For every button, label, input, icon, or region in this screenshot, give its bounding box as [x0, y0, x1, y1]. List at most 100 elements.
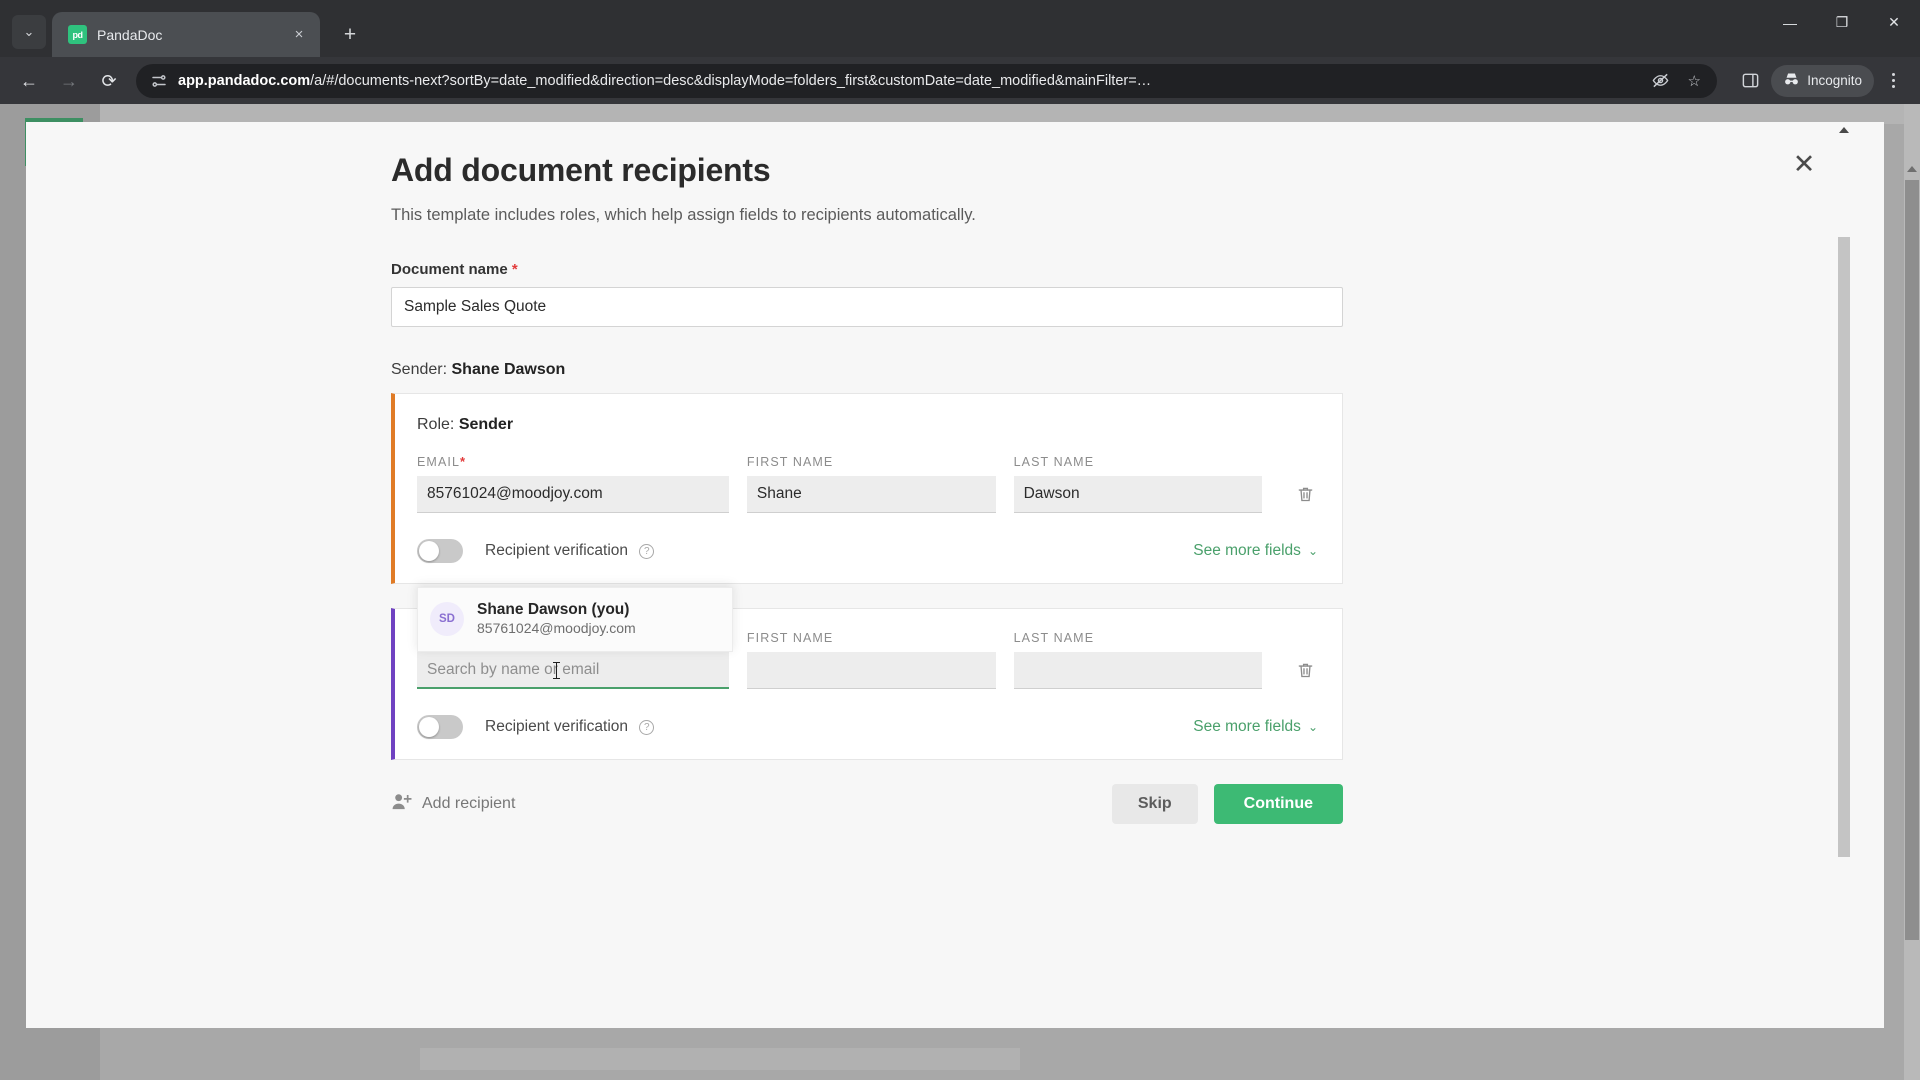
recipient-search-placeholder: Search by name or email	[427, 660, 600, 678]
page-scroll-up-arrow-icon[interactable]	[1907, 166, 1917, 172]
email-label-text: EMAIL	[417, 455, 461, 469]
autocomplete-option-texts: Shane Dawson (you) 85761024@moodjoy.com	[477, 601, 636, 636]
continue-button[interactable]: Continue	[1213, 784, 1343, 824]
recipient-autocomplete-menu: SD Shane Dawson (you) 85761024@moodjoy.c…	[417, 587, 733, 652]
tab-strip: ⌄ pd PandaDoc × + — ❐ ✕	[0, 0, 1920, 57]
scroll-up-arrow-icon[interactable]	[1839, 127, 1849, 133]
close-tab-icon[interactable]: ×	[288, 24, 310, 46]
email-column: SD Shane Dawson (you) 85761024@moodjoy.c…	[417, 587, 733, 689]
page-info-icon[interactable]	[150, 72, 168, 90]
url-path: /a/#/documents-next?sortBy=date_modified…	[310, 72, 1152, 89]
autocomplete-option[interactable]: SD Shane Dawson (you) 85761024@moodjoy.c…	[418, 594, 732, 645]
incognito-label: Incognito	[1807, 73, 1862, 88]
first-name-column: FIRST NAME	[746, 631, 996, 689]
document-name-value: Sample Sales Quote	[404, 298, 547, 315]
page-scrollbar-thumb[interactable]	[1905, 180, 1919, 940]
browser-toolbar: ← → ⟳ app.pandadoc.com/a/#/documents-nex…	[0, 57, 1920, 104]
recipient-card-new: SD Shane Dawson (you) 85761024@moodjoy.c…	[391, 587, 1343, 760]
eye-slash-icon[interactable]	[1645, 66, 1675, 96]
close-window-button[interactable]: ✕	[1868, 0, 1920, 45]
autocomplete-option-name: Shane Dawson (you)	[477, 601, 630, 618]
delete-recipient-button[interactable]	[1292, 652, 1318, 689]
new-tab-button[interactable]: +	[334, 18, 366, 50]
last-name-label: LAST NAME	[1013, 455, 1095, 469]
first-name-input[interactable]	[746, 652, 996, 689]
modal-body: ✕ Add document recipients This template …	[26, 122, 1884, 1028]
last-name-column: LAST NAME Dawson	[1013, 455, 1263, 513]
minimize-button[interactable]: —	[1764, 0, 1816, 45]
chevron-down-icon: ⌄	[23, 24, 35, 39]
see-more-fields-label: See more fields	[1193, 542, 1301, 559]
url-text: app.pandadoc.com/a/#/documents-next?sort…	[178, 73, 1635, 89]
text-cursor	[553, 662, 560, 679]
recipient-fields-row: SD Shane Dawson (you) 85761024@moodjoy.c…	[417, 587, 1318, 689]
first-name-value: Shane	[756, 485, 802, 502]
verification-row: Recipient verification ? See more fields…	[417, 715, 1318, 739]
last-name-input[interactable]: Dawson	[1013, 476, 1263, 513]
last-name-column: LAST NAME	[1013, 631, 1263, 689]
delete-recipient-button[interactable]	[1292, 476, 1318, 513]
see-more-fields-label: See more fields	[1193, 718, 1301, 735]
email-input[interactable]: 85761024@moodjoy.com	[417, 476, 729, 513]
bookmark-star-icon[interactable]: ☆	[1679, 66, 1709, 96]
incognito-icon	[1783, 71, 1800, 91]
modal-scrollbar-thumb[interactable]	[1838, 237, 1850, 857]
add-recipient-button[interactable]: Add recipient	[391, 792, 515, 816]
email-value: 85761024@moodjoy.com	[427, 485, 603, 502]
skip-button[interactable]: Skip	[1111, 784, 1198, 824]
email-required-asterisk: *	[460, 454, 466, 469]
pandadoc-favicon: pd	[68, 25, 87, 44]
omnibox-actions: ☆	[1645, 66, 1709, 96]
browser-window: ⌄ pd PandaDoc × + — ❐ ✕ ← → ⟳ app.pandad…	[0, 0, 1920, 1080]
info-icon[interactable]: ?	[639, 720, 655, 735]
window-controls: — ❐ ✕	[1764, 0, 1920, 45]
first-name-input[interactable]: Shane	[746, 476, 996, 513]
incognito-indicator[interactable]: Incognito	[1771, 64, 1874, 97]
sender-name: Shane Dawson	[451, 361, 566, 378]
app-background-row	[420, 1048, 1020, 1070]
sender-prefix: Sender:	[391, 361, 448, 378]
last-name-input[interactable]	[1013, 652, 1263, 689]
recipient-search-input[interactable]: Search by name or email	[417, 652, 729, 689]
page-scrollbar[interactable]	[1904, 104, 1920, 1080]
page-viewport: ✕ Add document recipients This template …	[0, 104, 1920, 1080]
add-recipient-label: Add recipient	[422, 795, 516, 812]
last-name-value: Dawson	[1023, 485, 1080, 502]
recipient-verification-toggle[interactable]	[417, 539, 463, 563]
modal-scrollbar[interactable]	[1836, 122, 1852, 1028]
toolbar-right: Incognito	[1727, 62, 1910, 100]
tab-search-button[interactable]: ⌄	[12, 15, 46, 49]
role-line: Role: Sender	[417, 416, 1318, 434]
see-more-fields-link[interactable]: See more fields ⌄	[1193, 542, 1318, 560]
role-prefix: Role:	[417, 416, 455, 433]
chevron-down-icon: ⌄	[1307, 720, 1318, 734]
browser-tab[interactable]: pd PandaDoc ×	[52, 12, 320, 57]
recipient-verification-toggle[interactable]	[417, 715, 463, 739]
first-name-label: FIRST NAME	[746, 455, 834, 469]
kebab-menu-icon[interactable]	[1876, 64, 1910, 98]
side-panel-icon[interactable]	[1731, 62, 1769, 100]
recipient-card-sender: Role: Sender EMAIL* 85761024@moodjoy.com…	[391, 393, 1343, 584]
modal-subtitle: This template includes roles, which help…	[391, 206, 976, 224]
verification-label: Recipient verification ?	[485, 542, 655, 560]
verification-label: Recipient verification ?	[485, 718, 655, 736]
document-name-label: Document name *	[391, 261, 1764, 278]
forward-button[interactable]: →	[50, 62, 88, 100]
document-name-label-text: Document name	[391, 261, 508, 278]
first-name-column: FIRST NAME Shane	[746, 455, 996, 513]
role-name: Sender	[458, 416, 514, 433]
first-name-label: FIRST NAME	[746, 631, 834, 645]
app-background-strip	[100, 104, 1920, 124]
document-name-input[interactable]: Sample Sales Quote	[391, 287, 1343, 327]
close-modal-button[interactable]: ✕	[1786, 146, 1822, 182]
address-bar[interactable]: app.pandadoc.com/a/#/documents-next?sort…	[136, 63, 1718, 98]
avatar: SD	[430, 601, 464, 636]
info-icon[interactable]: ?	[639, 544, 655, 559]
verification-label-text: Recipient verification	[485, 542, 629, 559]
last-name-label: LAST NAME	[1013, 631, 1095, 645]
reload-button[interactable]: ⟳	[90, 62, 128, 100]
verification-label-text: Recipient verification	[485, 718, 629, 735]
back-button[interactable]: ←	[10, 62, 48, 100]
see-more-fields-link[interactable]: See more fields ⌄	[1193, 718, 1318, 736]
maximize-button[interactable]: ❐	[1816, 0, 1868, 45]
